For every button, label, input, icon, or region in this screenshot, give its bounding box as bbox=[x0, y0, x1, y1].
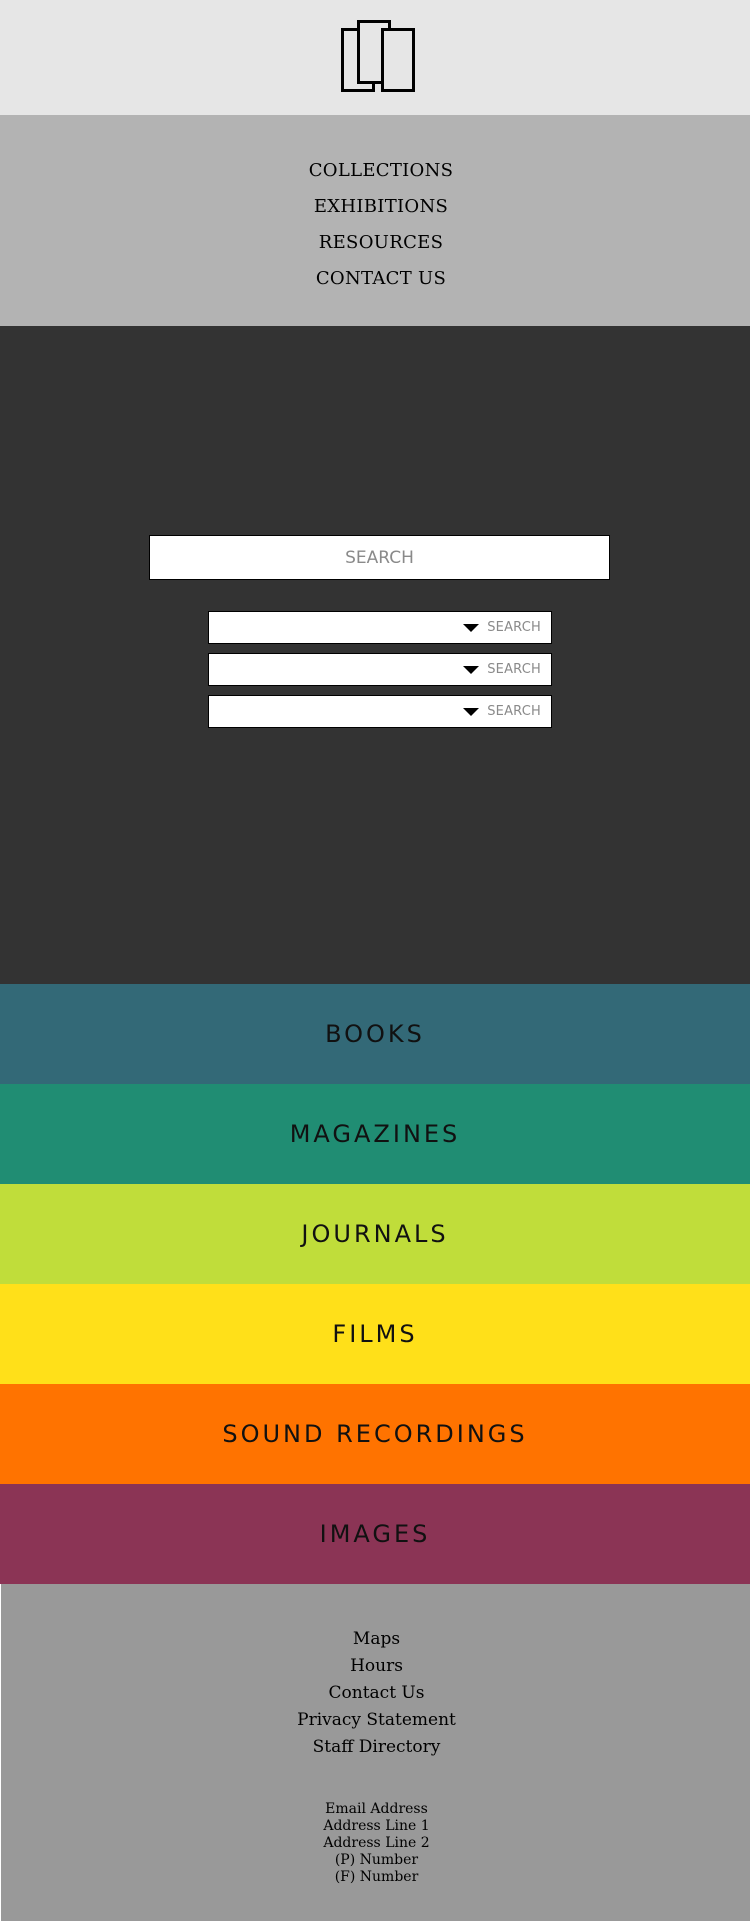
triangle-down-icon bbox=[463, 665, 480, 674]
category-sound-recordings[interactable]: SOUND RECORDINGS bbox=[0, 1384, 750, 1484]
category-films[interactable]: FILMS bbox=[0, 1284, 750, 1384]
footer-link-hours[interactable]: Hours bbox=[350, 1653, 403, 1680]
main-search-input[interactable]: SEARCH bbox=[149, 535, 610, 580]
footer-link-maps[interactable]: Maps bbox=[353, 1626, 400, 1653]
triangle-down-icon bbox=[463, 623, 480, 632]
category-journals[interactable]: JOURNALS bbox=[0, 1184, 750, 1284]
filter-search-label[interactable]: SEARCH bbox=[487, 662, 541, 677]
contact-address-line-2: Address Line 2 bbox=[323, 1835, 430, 1851]
category-magazines[interactable]: MAGAZINES bbox=[0, 1084, 750, 1184]
nav-item-exhibitions[interactable]: EXHIBITIONS bbox=[314, 189, 448, 225]
footer-link-contact-us[interactable]: Contact Us bbox=[329, 1680, 425, 1707]
stacked-panels-logo-icon[interactable] bbox=[341, 20, 421, 100]
footer-link-privacy-statement[interactable]: Privacy Statement bbox=[297, 1707, 456, 1734]
contact-email: Email Address bbox=[325, 1801, 428, 1817]
nav-item-contact-us[interactable]: CONTACT US bbox=[316, 261, 446, 297]
site-header bbox=[0, 0, 750, 115]
nav-item-resources[interactable]: RESOURCES bbox=[319, 225, 443, 261]
filter-select-3[interactable]: SEARCH bbox=[208, 695, 552, 728]
category-books[interactable]: BOOKS bbox=[0, 984, 750, 1084]
contact-phone: (P) Number bbox=[334, 1852, 419, 1868]
main-nav: COLLECTIONS EXHIBITIONS RESOURCES CONTAC… bbox=[0, 115, 750, 326]
category-images[interactable]: IMAGES bbox=[0, 1484, 750, 1584]
nav-item-collections[interactable]: COLLECTIONS bbox=[309, 153, 454, 189]
filter-select-1[interactable]: SEARCH bbox=[208, 611, 552, 644]
contact-info: Email Address Address Line 1 Address Lin… bbox=[323, 1801, 429, 1886]
filter-select-2[interactable]: SEARCH bbox=[208, 653, 552, 686]
filter-search-label[interactable]: SEARCH bbox=[487, 704, 541, 719]
footer-link-staff-directory[interactable]: Staff Directory bbox=[313, 1734, 441, 1761]
contact-fax: (F) Number bbox=[334, 1869, 419, 1885]
contact-address-line-1: Address Line 1 bbox=[323, 1818, 430, 1834]
triangle-down-icon bbox=[463, 707, 480, 716]
site-footer: Maps Hours Contact Us Privacy Statement … bbox=[0, 1584, 750, 1921]
filter-search-label[interactable]: SEARCH bbox=[487, 620, 541, 635]
search-hero: SEARCH SEARCH SEARCH SEARCH bbox=[0, 326, 750, 984]
